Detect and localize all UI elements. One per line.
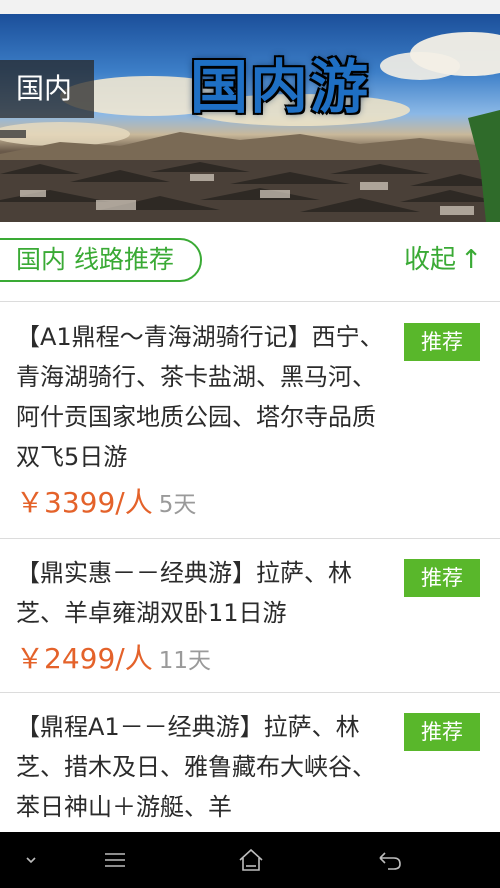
banner-title: 国内游 [190,53,371,121]
route-item[interactable]: 【鼎程A1－－经典游】拉萨、林芝、措木及日、雅鲁藏布大峡谷、苯日神山＋游艇、羊 … [0,693,500,853]
section-header: 国内 线路推荐 收起 ↑ [0,222,500,302]
price-row: ￥3399/人 5天 [16,483,500,527]
route-price: ￥3399/人 [16,486,153,519]
status-bar [0,0,500,14]
recommend-badge: 推荐 [404,713,480,751]
menu-icon[interactable] [98,844,132,876]
route-days: 11天 [158,648,211,674]
back-icon[interactable] [372,844,406,876]
route-title: 【鼎程A1－－经典游】拉萨、林芝、措木及日、雅鲁藏布大峡谷、苯日神山＋游艇、羊 [16,713,376,821]
collapse-button[interactable]: 收起 [404,244,456,276]
price-row: ￥2499/人 11天 [16,639,500,683]
home-icon[interactable] [234,844,268,876]
route-title: 【鼎实惠－－经典游】拉萨、林芝、羊卓雍湖双卧11日游 [16,559,352,627]
banner-tag-accent [0,130,26,138]
route-price: ￥2499/人 [16,642,153,675]
banner-image[interactable]: 国内游 国内 [0,14,500,222]
route-days: 5天 [158,492,197,518]
route-item[interactable]: 【A1鼎程～青海湖骑行记】西宁、青海湖骑行、茶卡盐湖、黑马河、阿什贡国家地质公园… [0,303,500,539]
system-navigation-bar [0,832,500,888]
recommend-badge: 推荐 [404,323,480,361]
arrow-up-icon[interactable]: ↑ [460,244,482,276]
recommend-badge: 推荐 [404,559,480,597]
banner-category-tag: 国内 [0,60,94,118]
chevron-down-icon[interactable] [14,844,48,876]
route-title: 【A1鼎程～青海湖骑行记】西宁、青海湖骑行、茶卡盐湖、黑马河、阿什贡国家地质公园… [16,323,384,471]
route-list: 【A1鼎程～青海湖骑行记】西宁、青海湖骑行、茶卡盐湖、黑马河、阿什贡国家地质公园… [0,303,500,853]
route-item[interactable]: 【鼎实惠－－经典游】拉萨、林芝、羊卓雍湖双卧11日游 ￥2499/人 11天 推荐 [0,539,500,693]
section-title: 国内 线路推荐 [0,238,202,282]
